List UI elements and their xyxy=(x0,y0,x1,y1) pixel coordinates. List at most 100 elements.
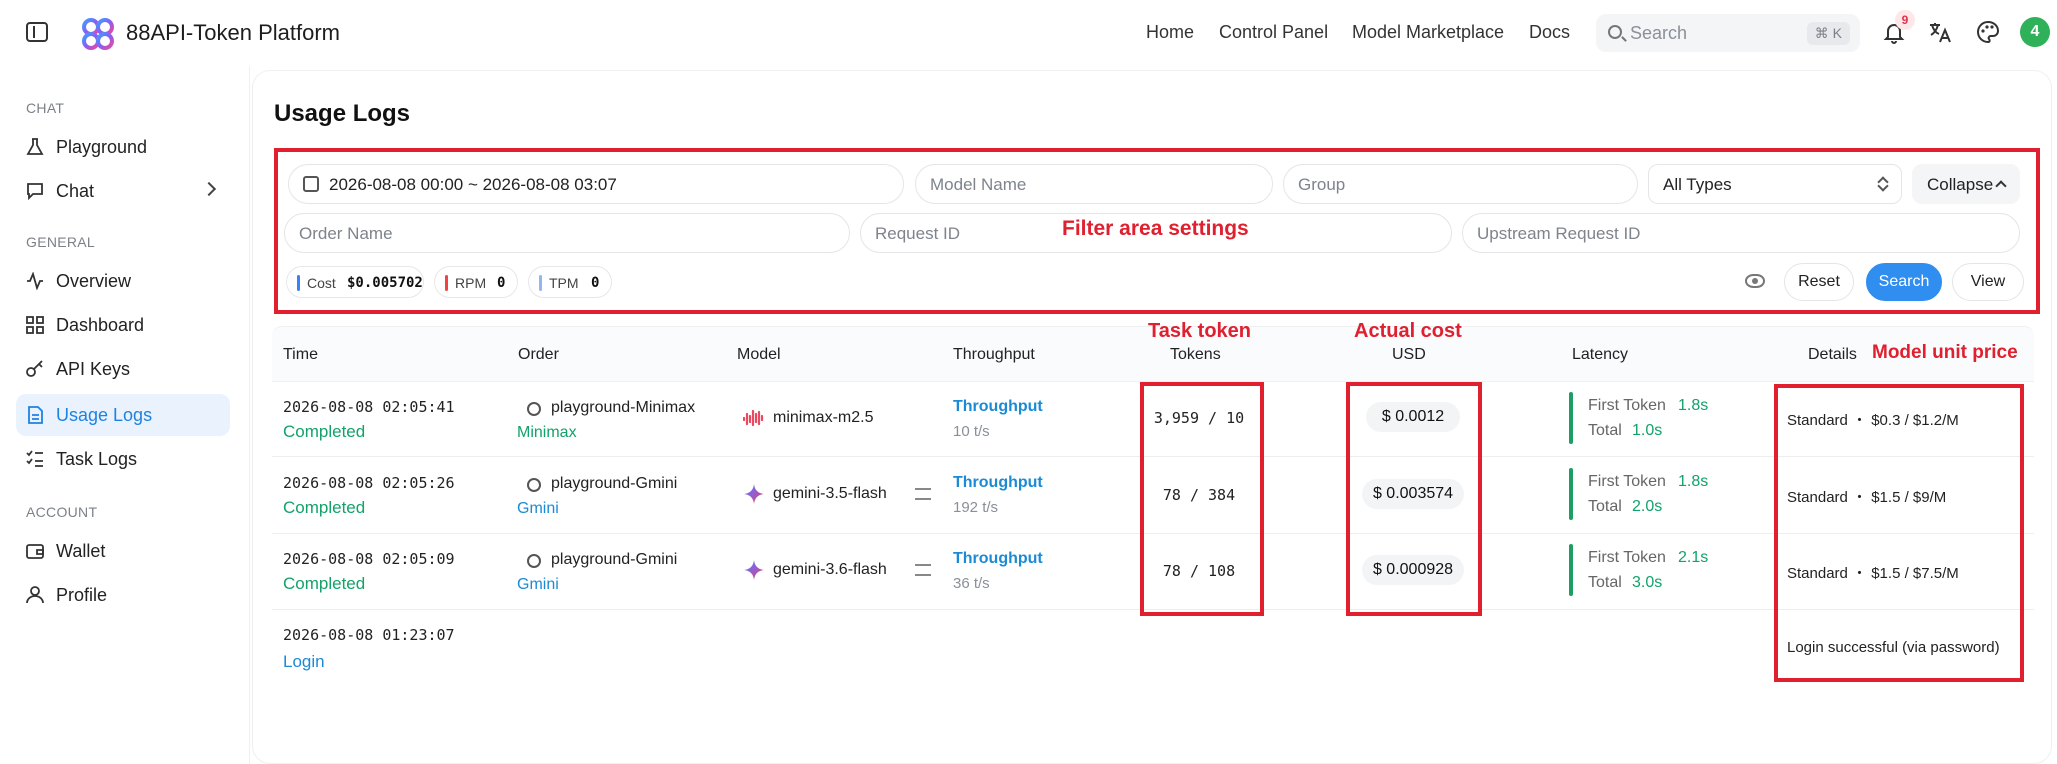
stat-color-bar xyxy=(539,275,542,291)
avatar[interactable]: 4 xyxy=(2020,17,2050,47)
key-icon xyxy=(527,402,541,416)
stat-value: $0.005702 xyxy=(347,275,423,291)
col-model: Model xyxy=(737,346,781,363)
sidebar-item-label: Dashboard xyxy=(56,315,145,335)
key-icon xyxy=(527,554,541,568)
wallet-icon xyxy=(26,544,44,559)
row-time: 2026-08-08 02:05:41 xyxy=(283,398,455,416)
key-icon xyxy=(527,478,541,492)
row-total-label: Total xyxy=(1588,422,1622,439)
reset-button[interactable]: Reset xyxy=(1784,263,1854,301)
row-time: 2026-08-08 02:05:26 xyxy=(283,474,455,492)
search-shortcut: ⌘ K xyxy=(1806,22,1850,45)
col-tokens: Tokens xyxy=(1170,346,1221,363)
col-order: Order xyxy=(518,346,559,363)
task-token-annotation: Task token xyxy=(1148,320,1251,342)
translate-icon[interactable] xyxy=(1926,18,1954,46)
top-bar: 88API-Token Platform Home Control Panel … xyxy=(0,0,2057,66)
date-range-value: 2026-08-08 00:00 ~ 2026-08-08 03:07 xyxy=(329,175,617,194)
row-time: 2026-08-08 01:23:07 xyxy=(283,626,455,644)
sidebar-item-label: Chat xyxy=(56,181,95,201)
row-throughput-label[interactable]: Throughput xyxy=(953,398,1043,416)
user-icon xyxy=(26,586,44,604)
calendar-icon xyxy=(303,176,319,192)
row-total-label: Total xyxy=(1588,574,1622,591)
flask-icon xyxy=(26,138,44,155)
filter-area-annotation: Filter area settings xyxy=(1062,217,1249,240)
row-group[interactable]: Gmini xyxy=(517,500,559,518)
sidebar-item-label: Overview xyxy=(56,271,132,291)
col-usd: USD xyxy=(1392,346,1426,363)
sidebar-item-api-keys[interactable]: API Keys xyxy=(16,348,230,390)
row-status: Login xyxy=(283,652,325,671)
row-group[interactable]: Minimax xyxy=(517,424,577,442)
sidebar-item-task-logs[interactable]: Task Logs xyxy=(16,438,230,480)
group-placeholder: Group xyxy=(1298,175,1346,194)
latency-bar xyxy=(1569,392,1573,444)
row-throughput-label[interactable]: Throughput xyxy=(953,550,1043,568)
type-select[interactable]: All Types xyxy=(1648,164,1902,204)
stat-label: RPM xyxy=(455,275,487,291)
chevron-up-icon xyxy=(1995,180,2007,192)
gemini-logo-icon xyxy=(744,560,764,580)
document-icon xyxy=(28,406,43,424)
col-time: Time xyxy=(283,346,318,363)
view-button[interactable]: View xyxy=(1952,263,2024,301)
row-order[interactable]: playground-Gmini xyxy=(551,551,677,569)
task-token-highlight xyxy=(1140,382,1264,616)
sidebar-item-wallet[interactable]: Wallet xyxy=(16,530,230,572)
row-throughput-label[interactable]: Throughput xyxy=(953,474,1043,492)
row-first-token-label: First Token xyxy=(1588,549,1666,566)
row-first-token-label: First Token xyxy=(1588,397,1666,414)
sidebar-item-profile[interactable]: Profile xyxy=(16,574,230,616)
model-name-input[interactable]: Model Name xyxy=(915,164,1273,204)
sidebar-item-chat[interactable]: Chat xyxy=(16,170,230,212)
upstream-request-id-input[interactable]: Upstream Request ID xyxy=(1462,213,2020,253)
row-time: 2026-08-08 02:05:09 xyxy=(283,550,455,568)
date-range-picker[interactable]: 2026-08-08 00:00 ~ 2026-08-08 03:07 xyxy=(288,164,904,204)
col-throughput: Throughput xyxy=(953,346,1035,363)
row-model: gemini-3.6-flash xyxy=(773,561,887,578)
row-status: Completed xyxy=(283,498,366,517)
row-first-token-label: First Token xyxy=(1588,473,1666,490)
collapse-label: Collapse xyxy=(1927,175,1994,194)
row-first-token: 1.8s xyxy=(1678,397,1709,414)
search-button[interactable]: Search xyxy=(1866,263,1942,301)
row-order[interactable]: playground-Gmini xyxy=(551,475,677,493)
type-select-value: All Types xyxy=(1663,175,1732,194)
model-unit-price-annotation: Model unit price xyxy=(1872,342,2018,363)
sidebar-item-playground[interactable]: Playground xyxy=(16,126,230,168)
stat-value: 0 xyxy=(591,275,600,291)
nav-control-panel[interactable]: Control Panel xyxy=(1219,22,1328,43)
sidebar-item-dashboard[interactable]: Dashboard xyxy=(16,304,230,346)
swap-icon xyxy=(915,488,931,500)
model-unit-price-highlight xyxy=(1774,384,2024,682)
group-input[interactable]: Group xyxy=(1283,164,1638,204)
brand-name[interactable]: 88API-Token Platform xyxy=(126,20,340,46)
stat-cost: Cost $0.005702 xyxy=(286,266,424,298)
activity-icon xyxy=(27,272,43,290)
nav-docs[interactable]: Docs xyxy=(1529,22,1570,43)
key-icon xyxy=(26,360,43,377)
sidebar-item-overview[interactable]: Overview xyxy=(16,260,230,302)
latency-bar xyxy=(1569,468,1573,520)
row-group[interactable]: Gmini xyxy=(517,576,559,594)
sidebar-item-label: Wallet xyxy=(56,541,106,561)
sidebar-item-label: API Keys xyxy=(56,359,131,379)
collapse-button[interactable]: Collapse xyxy=(1912,164,2020,204)
row-model: gemini-3.5-flash xyxy=(773,485,887,502)
order-name-input[interactable]: Order Name xyxy=(284,213,850,253)
search-box[interactable]: Search ⌘ K xyxy=(1596,14,1860,52)
nav-model-marketplace[interactable]: Model Marketplace xyxy=(1352,22,1504,43)
eye-icon[interactable] xyxy=(1745,274,1765,288)
sidebar-section-account: ACCOUNT xyxy=(26,504,98,520)
chat-icon xyxy=(27,183,43,200)
stat-label: TPM xyxy=(549,275,579,291)
row-order[interactable]: playground-Minimax xyxy=(551,399,695,417)
page-title: Usage Logs xyxy=(274,100,411,127)
sidebar-item-usage-logs[interactable]: Usage Logs xyxy=(16,394,230,436)
row-total: 2.0s xyxy=(1632,498,1663,515)
palette-icon[interactable] xyxy=(1974,18,2002,46)
sidebar-toggle-icon[interactable] xyxy=(26,22,48,42)
nav-home[interactable]: Home xyxy=(1146,22,1194,43)
